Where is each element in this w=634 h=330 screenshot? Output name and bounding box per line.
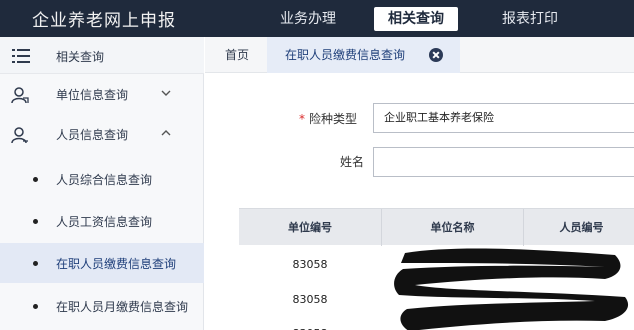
tab-employee-payment[interactable]: 在职人员缴费信息查询 (267, 37, 460, 73)
person-icon (11, 127, 28, 144)
insurance-type-label: * 险种类型 (299, 110, 357, 127)
chevron-down-icon (161, 90, 171, 96)
sidebar-item-label: 人员综合信息查询 (56, 173, 153, 187)
required-mark: * (299, 112, 305, 126)
menu-icon[interactable] (12, 49, 30, 63)
insurance-type-select[interactable]: 企业职工基本养老保险 (373, 103, 634, 133)
top-bar: 企业养老网上申报 业务办理 相关查询 报表打印 (0, 0, 634, 37)
sidebar: 相关查询 单位信息查询 人员信息查询 人员综合信息查询 人员工资信息查询 在职人… (0, 37, 204, 330)
table-header: 单位编号 单位名称 人员编号 (239, 208, 634, 246)
sidebar-item-label: 人员工资信息查询 (56, 215, 153, 229)
app-title: 企业养老网上申报 (32, 11, 176, 31)
sidebar-item-employee-monthly-payment[interactable]: 在职人员月缴费信息查询 (0, 286, 204, 326)
bullet-icon (33, 304, 38, 309)
sidebar-header: 相关查询 (0, 37, 204, 74)
name-input[interactable] (373, 147, 634, 177)
tab-home[interactable]: 首页 (225, 37, 249, 73)
sidebar-group-person-info[interactable]: 人员信息查询 (0, 114, 204, 154)
table-cell-unit-no: 83058 (292, 258, 328, 271)
close-circle-icon[interactable] (429, 48, 443, 62)
tab-label: 在职人员缴费信息查询 (285, 48, 406, 62)
nav-report-print[interactable]: 报表打印 (498, 7, 562, 31)
building-user-icon (11, 87, 29, 104)
nav-related-query[interactable]: 相关查询 (374, 7, 458, 31)
sidebar-group-label: 人员信息查询 (56, 128, 129, 142)
column-header-person-no: 人员编号 (523, 209, 634, 246)
sidebar-item-person-salary[interactable]: 人员工资信息查询 (0, 201, 204, 241)
table-cell-unit-no: 83058 (292, 293, 328, 306)
chevron-up-icon (161, 130, 171, 136)
sidebar-item-label: 在职人员缴费信息查询 (56, 257, 177, 271)
tab-bar: 首页 在职人员缴费信息查询 (205, 37, 634, 73)
sidebar-item-person-summary[interactable]: 人员综合信息查询 (0, 159, 204, 199)
bullet-icon (33, 177, 38, 182)
insurance-type-label-text: 险种类型 (309, 112, 358, 126)
query-panel: * 险种类型 企业职工基本养老保险 姓名 单位编号 单位名称 人员编号 83058… (205, 73, 634, 330)
redaction-mark (394, 248, 629, 330)
name-label: 姓名 (340, 155, 365, 169)
sidebar-group-unit-info[interactable]: 单位信息查询 (0, 74, 204, 114)
column-header-unit-name: 单位名称 (381, 209, 523, 246)
sidebar-item-employee-payment[interactable]: 在职人员缴费信息查询 (0, 243, 204, 283)
bullet-icon (33, 261, 38, 266)
bullet-icon (33, 219, 38, 224)
sidebar-item-label: 在职人员月缴费信息查询 (56, 300, 189, 314)
sidebar-group-label: 单位信息查询 (56, 88, 129, 102)
column-header-unit-no: 单位编号 (288, 221, 332, 234)
nav-business[interactable]: 业务办理 (276, 7, 340, 31)
sidebar-header-label: 相关查询 (56, 50, 105, 64)
